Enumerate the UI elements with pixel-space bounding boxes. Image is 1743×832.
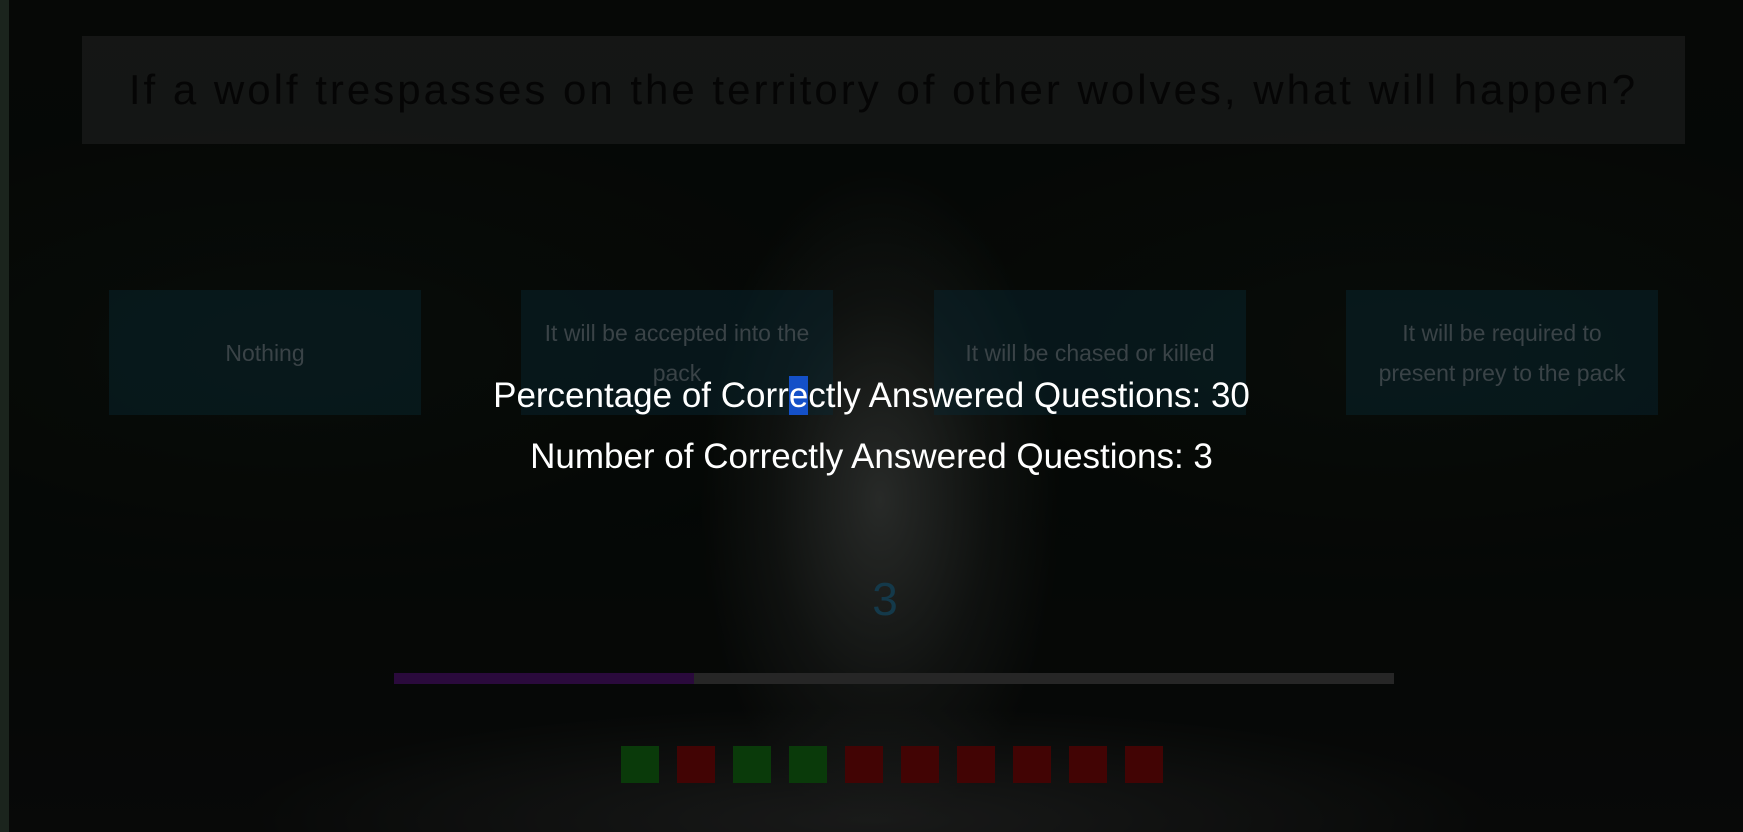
progress-bar-fill [394, 673, 694, 684]
question-text: If a wolf trespasses on the territory of… [128, 66, 1639, 113]
left-edge-strip [0, 0, 9, 832]
question-counter: 3 [872, 573, 898, 625]
percentage-correct-text: Percentage of Correctly Answered Questio… [0, 376, 1743, 416]
history-square-correct [621, 746, 659, 783]
history-square-wrong [901, 746, 939, 783]
percentage-text-end: ctly Answered Questions: 30 [808, 376, 1250, 415]
history-square-correct [789, 746, 827, 783]
history-square-correct [733, 746, 771, 783]
percentage-text-start: Percentage of Corr [493, 376, 789, 415]
history-square-wrong [845, 746, 883, 783]
history-square-wrong [1013, 746, 1051, 783]
number-correct-text: Number of Correctly Answered Questions: … [530, 437, 1213, 476]
question-panel: If a wolf trespasses on the territory of… [82, 36, 1685, 144]
history-square-wrong [1069, 746, 1107, 783]
progress-bar [394, 673, 1394, 684]
answer-history [621, 746, 1163, 783]
history-square-wrong [957, 746, 995, 783]
history-square-wrong [1125, 746, 1163, 783]
text-selection-highlight: e [788, 376, 809, 415]
history-square-wrong [677, 746, 715, 783]
